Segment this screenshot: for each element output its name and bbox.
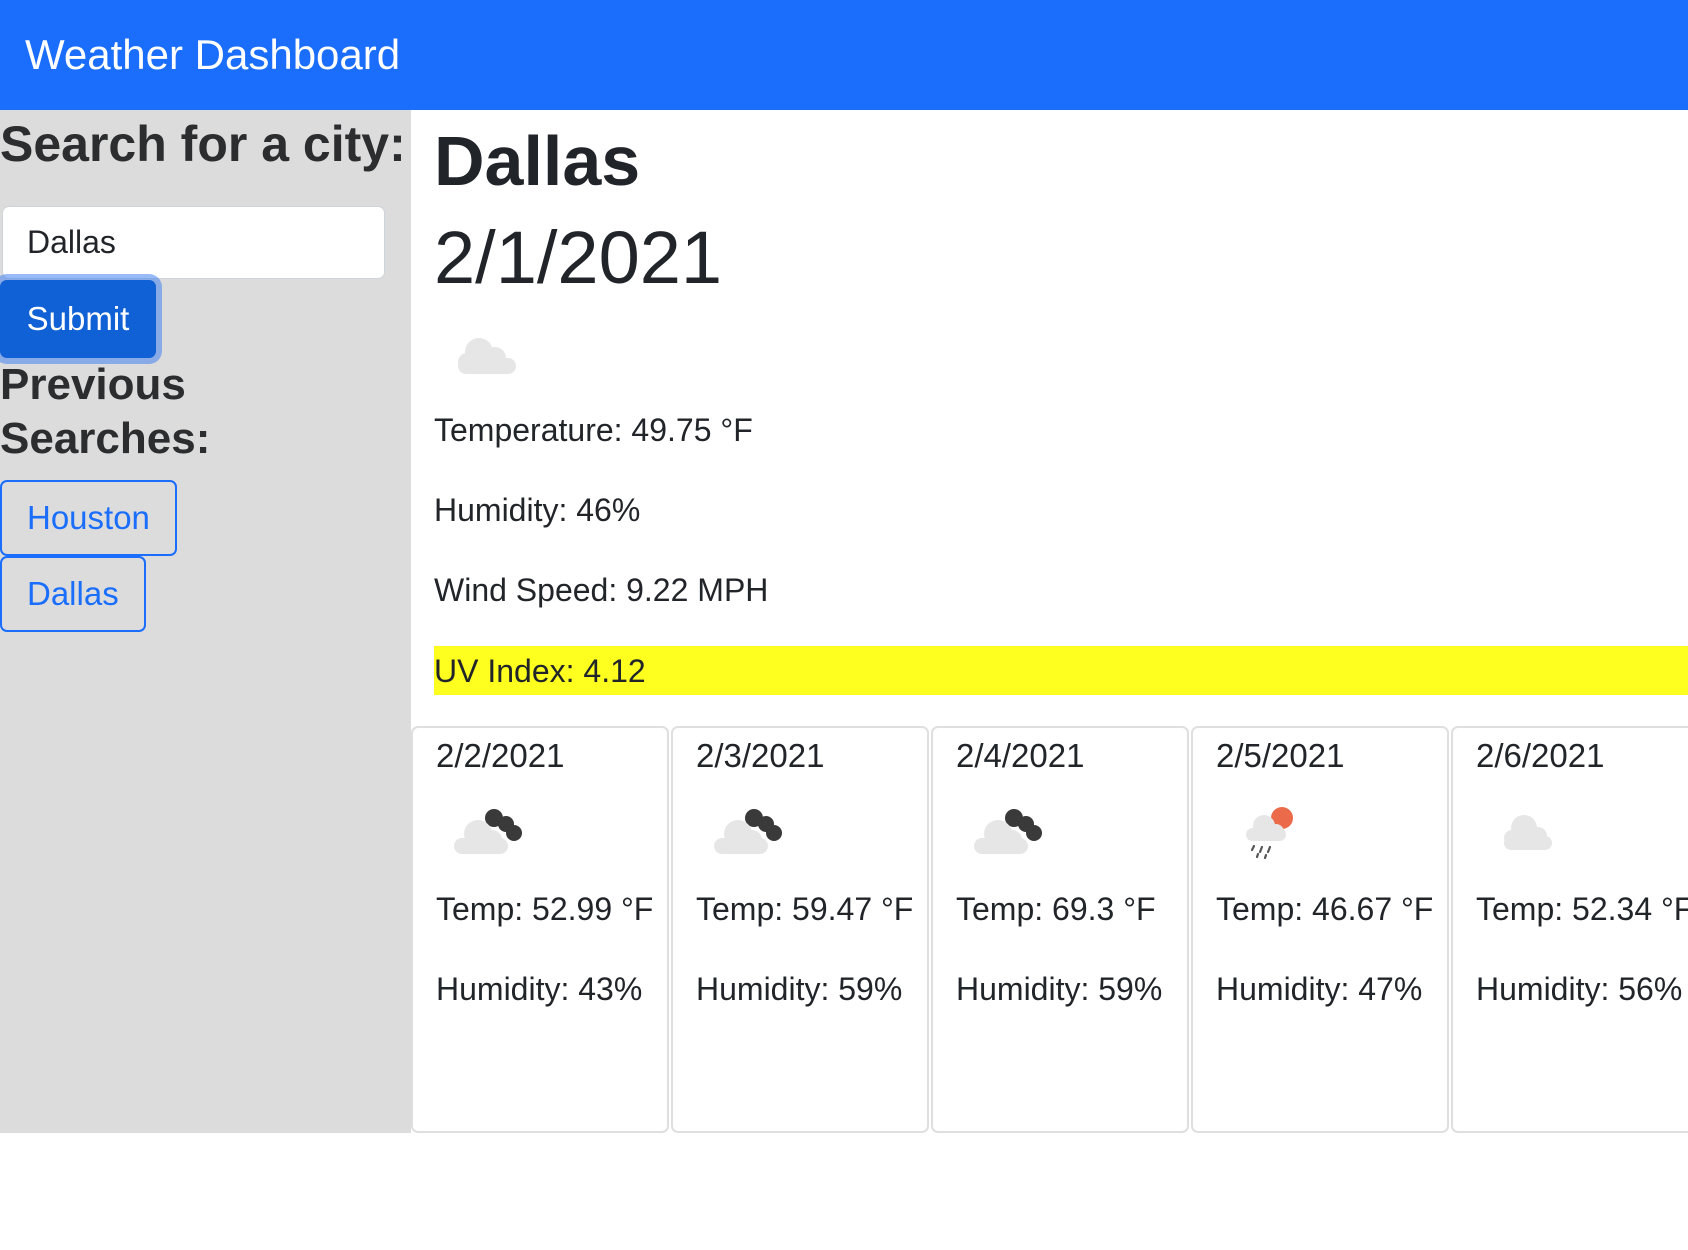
uv-index-label: UV Index: 4.12 (434, 653, 646, 689)
broken-clouds-icon (974, 809, 1042, 854)
uv-index-badge: UV Index: 4.12 (434, 646, 1688, 695)
main-content: Dallas 2/1/2021 Temperature: 49.75 °F Hu… (411, 110, 1688, 1133)
current-humidity: Humidity: 46% (434, 492, 641, 528)
five-day-forecast: 2/2/2021 Temp: 52.99 °F Humidity: 43% 2/… (411, 726, 1688, 1133)
search-heading: Search for a city: (0, 116, 406, 172)
forecast-humidity: Humidity: 43% (436, 971, 643, 1007)
submit-button[interactable]: Submit (0, 280, 156, 358)
cloud-icon (458, 338, 516, 374)
app-title: Weather Dashboard (25, 31, 401, 78)
forecast-temp: Temp: 52.34 °F (1476, 891, 1688, 927)
forecast-date: 2/5/2021 (1216, 737, 1345, 774)
broken-clouds-icon (454, 809, 522, 854)
forecast-card: 2/5/2021 Temp: 46.67 °F Humidity: 47% (1191, 726, 1449, 1133)
current-city-name: Dallas (434, 122, 641, 200)
search-history-list: Houston Dallas (0, 480, 177, 632)
current-date: 2/1/2021 (434, 216, 723, 299)
history-button-houston[interactable]: Houston (0, 480, 177, 556)
forecast-humidity: Humidity: 59% (696, 971, 903, 1007)
history-button-dallas[interactable]: Dallas (0, 556, 146, 632)
navbar: Weather Dashboard (0, 0, 1688, 110)
current-temperature: Temperature: 49.75 °F (434, 412, 753, 448)
forecast-date: 2/4/2021 (956, 737, 1085, 774)
forecast-card: 2/6/2021 Temp: 52.34 °F Humidity: 56% (1451, 726, 1688, 1133)
forecast-card: 2/4/2021 Temp: 69.3 °F Humidity: 59% (931, 726, 1189, 1133)
current-wind-speed: Wind Speed: 9.22 MPH (434, 572, 769, 608)
broken-clouds-icon (714, 809, 782, 854)
forecast-temp: Temp: 59.47 °F (696, 891, 914, 927)
forecast-card: 2/3/2021 Temp: 59.47 °F Humidity: 59% (671, 726, 929, 1133)
forecast-temp: Temp: 52.99 °F (436, 891, 654, 927)
forecast-date: 2/6/2021 (1476, 737, 1605, 774)
sidebar: Search for a city: Submit Previous Searc… (0, 110, 411, 1133)
city-search-input[interactable] (2, 206, 385, 279)
forecast-humidity: Humidity: 47% (1216, 971, 1423, 1007)
forecast-temp: Temp: 46.67 °F (1216, 891, 1434, 927)
previous-searches-heading: Previous Searches: (0, 360, 211, 463)
forecast-card: 2/2/2021 Temp: 52.99 °F Humidity: 43% (411, 726, 669, 1133)
forecast-humidity: Humidity: 59% (956, 971, 1163, 1007)
rain-sun-icon (1246, 807, 1293, 860)
forecast-date: 2/2/2021 (436, 737, 565, 774)
forecast-date: 2/3/2021 (696, 737, 825, 774)
forecast-humidity: Humidity: 56% (1476, 971, 1683, 1007)
cloud-icon (1504, 815, 1552, 850)
forecast-temp: Temp: 69.3 °F (956, 891, 1156, 927)
